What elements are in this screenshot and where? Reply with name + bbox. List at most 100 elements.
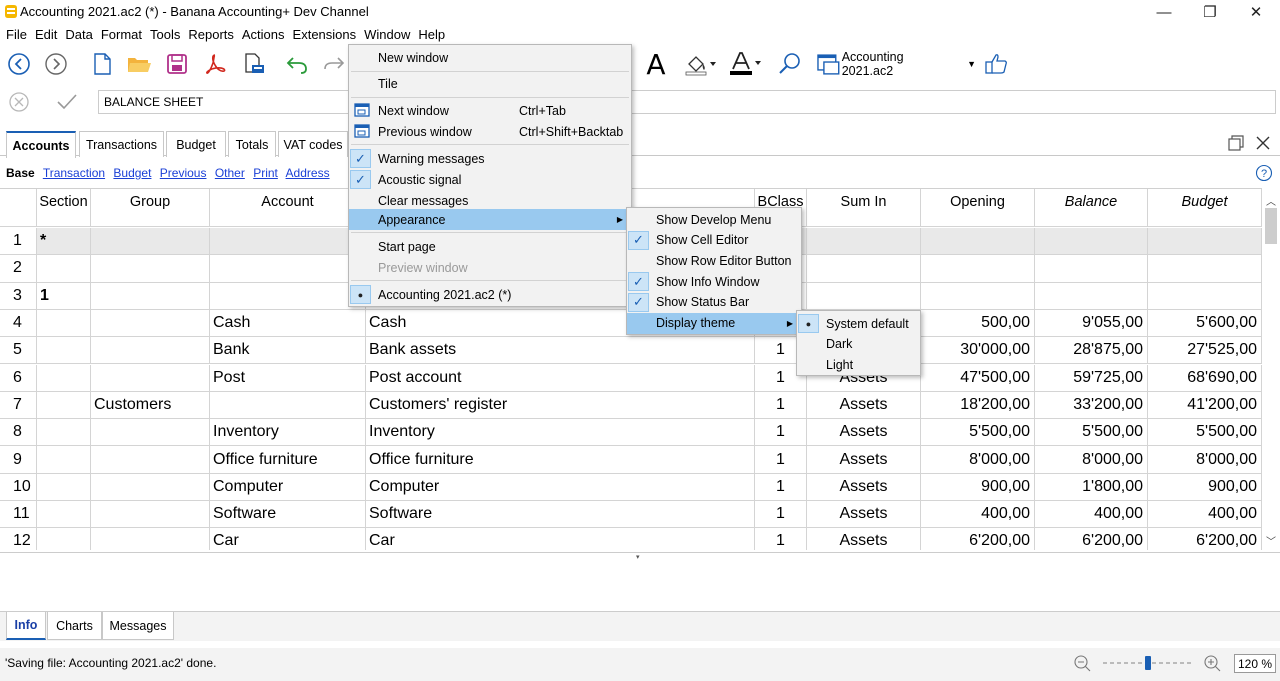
view-transaction[interactable]: Transaction (43, 166, 105, 180)
zoom-out-icon[interactable] (1073, 654, 1091, 672)
appearance-menu-item[interactable]: ✓ Show Cell Editor (627, 230, 801, 251)
cell-sumin[interactable]: Assets (807, 419, 921, 447)
new-file-icon[interactable] (88, 50, 116, 78)
view-address[interactable]: Address (286, 166, 330, 180)
cell-section[interactable] (37, 337, 91, 365)
cell-description[interactable]: Customers' register (366, 391, 755, 420)
cell-bclass[interactable]: 1 (755, 391, 807, 420)
column-header-group[interactable]: Group (91, 189, 210, 227)
cell-group[interactable] (91, 501, 210, 529)
cell-account[interactable]: Computer (210, 473, 366, 501)
restore-panel-icon[interactable] (1227, 134, 1245, 152)
cell-opening[interactable]: 30'000,00 (921, 337, 1035, 365)
cell-description[interactable]: Software (366, 501, 755, 529)
cell-balance[interactable]: 6'200,00 (1035, 528, 1148, 550)
menu-reports[interactable]: Reports (184, 27, 238, 42)
cell-sumin[interactable] (807, 282, 921, 310)
menu-help[interactable]: Help (414, 27, 449, 42)
cell-account[interactable] (210, 391, 366, 420)
row-number[interactable]: 4 (0, 309, 37, 338)
tab-transactions[interactable]: Transactions (79, 131, 164, 157)
cell-balance[interactable] (1035, 255, 1148, 283)
cell-balance[interactable]: 1'800,00 (1035, 473, 1148, 501)
cell-opening[interactable]: 400,00 (921, 501, 1035, 529)
cell-budget[interactable]: 68'690,00 (1148, 364, 1262, 392)
cell-account[interactable] (210, 282, 366, 310)
cell-budget[interactable]: 6'200,00 (1148, 528, 1262, 550)
cell-opening[interactable] (921, 282, 1035, 310)
cell-section[interactable] (37, 391, 91, 420)
view-other[interactable]: Other (215, 166, 245, 180)
undo-icon[interactable] (283, 50, 311, 78)
view-budget[interactable]: Budget (113, 166, 151, 180)
pdf-icon[interactable] (201, 50, 229, 78)
cell-sumin[interactable]: Assets (807, 528, 921, 550)
column-header-section[interactable]: Section (37, 189, 91, 227)
cell-section[interactable]: * (37, 228, 91, 256)
cell-sumin[interactable]: Assets (807, 446, 921, 474)
cell-editor-input[interactable]: BALANCE SHEET (98, 90, 1276, 114)
row-number[interactable]: 12 (0, 528, 37, 550)
cell-section[interactable] (37, 473, 91, 501)
cell-description[interactable]: Post account (366, 364, 755, 392)
cell-budget[interactable] (1148, 255, 1262, 283)
cell-account[interactable] (210, 255, 366, 283)
appearance-menu-item[interactable]: Show Row Editor Button (627, 250, 801, 271)
cell-opening[interactable]: 5'500,00 (921, 419, 1035, 447)
cell-bclass[interactable]: 1 (755, 473, 807, 501)
cell-group[interactable] (91, 255, 210, 283)
cancel-icon[interactable] (8, 91, 30, 113)
theme-menu-item[interactable]: Dark (797, 334, 920, 355)
cell-account[interactable]: Office furniture (210, 446, 366, 474)
cell-budget[interactable]: 5'500,00 (1148, 419, 1262, 447)
cell-balance[interactable]: 400,00 (1035, 501, 1148, 529)
cell-balance[interactable]: 9'055,00 (1035, 309, 1148, 338)
tab-charts[interactable]: Charts (47, 612, 102, 640)
cell-budget[interactable]: 41'200,00 (1148, 391, 1262, 420)
menu-data[interactable]: Data (61, 27, 96, 42)
scroll-thumb[interactable] (1265, 208, 1277, 244)
cell-group[interactable] (91, 337, 210, 365)
window-menu-item[interactable]: Tile (349, 73, 631, 94)
row-number[interactable]: 1 (0, 228, 37, 256)
cell-budget[interactable]: 27'525,00 (1148, 337, 1262, 365)
cell-description[interactable]: Car (366, 528, 755, 550)
cell-group[interactable] (91, 473, 210, 501)
appearance-menu-item[interactable]: Show Develop Menu (627, 209, 801, 230)
view-base[interactable]: Base (6, 166, 35, 180)
cell-budget[interactable]: 8'000,00 (1148, 446, 1262, 474)
back-icon[interactable] (5, 50, 33, 78)
row-number[interactable]: 5 (0, 337, 37, 365)
cell-balance[interactable]: 33'200,00 (1035, 391, 1148, 420)
save-icon[interactable] (163, 50, 191, 78)
appearance-menu-item[interactable]: ✓ Show Status Bar (627, 292, 801, 313)
cell-sumin[interactable] (807, 255, 921, 283)
window-menu-item[interactable]: Previous window Ctrl+Shift+Backtab (349, 121, 631, 142)
confirm-icon[interactable] (55, 91, 79, 113)
cell-balance[interactable]: 5'500,00 (1035, 419, 1148, 447)
cell-description[interactable]: Computer (366, 473, 755, 501)
search-icon[interactable] (776, 50, 804, 78)
cell-sumin[interactable]: Assets (807, 391, 921, 420)
cell-balance[interactable] (1035, 282, 1148, 310)
zoom-slider-handle[interactable] (1145, 656, 1151, 670)
window-menu-item[interactable]: New window (349, 47, 631, 68)
cell-balance[interactable]: 8'000,00 (1035, 446, 1148, 474)
cell-section[interactable] (37, 419, 91, 447)
cell-opening[interactable]: 18'200,00 (921, 391, 1035, 420)
fill-color-icon[interactable] (682, 50, 718, 78)
cell-opening[interactable]: 8'000,00 (921, 446, 1035, 474)
column-header-account[interactable]: Account (210, 189, 366, 227)
column-header-balance[interactable]: Balance (1035, 189, 1148, 227)
row-number[interactable]: 3 (0, 282, 37, 310)
scroll-up-icon[interactable]: ︿ (1266, 193, 1276, 208)
cell-group[interactable] (91, 528, 210, 550)
row-number[interactable]: 9 (0, 446, 37, 474)
cell-group[interactable] (91, 364, 210, 392)
cell-account[interactable] (210, 228, 366, 256)
minimize-button[interactable]: — (1141, 0, 1187, 24)
view-previous[interactable]: Previous (160, 166, 207, 180)
column-header-budget[interactable]: Budget (1148, 189, 1262, 227)
window-menu-item[interactable]: ✓ Warning messages (349, 148, 631, 169)
cell-bclass[interactable]: 1 (755, 419, 807, 447)
